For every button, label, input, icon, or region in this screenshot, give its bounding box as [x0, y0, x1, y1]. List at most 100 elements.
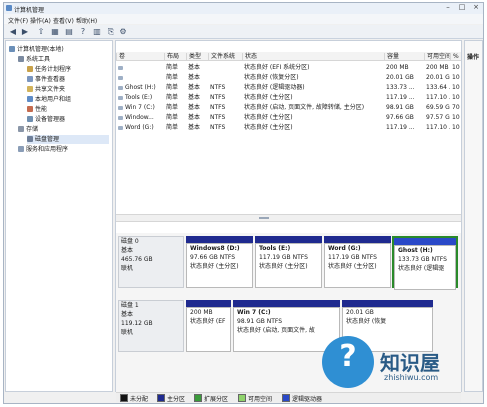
splitter-grip[interactable] [259, 217, 269, 219]
tree-node-icon [18, 56, 24, 62]
disk-label[interactable]: 磁盘 1 基本 119.12 GB 联机 [118, 300, 184, 352]
partition-body: Windows8 (D:) 97.66 GB NTFS 状态良好 (主分区) [186, 243, 253, 288]
tree-item[interactable]: 计算机管理(本地) [9, 45, 109, 54]
table-cell: 117.10 ... [426, 94, 450, 101]
properties-icon[interactable]: ▤ [64, 27, 74, 37]
tree-node-icon [27, 96, 33, 102]
show-tree-icon[interactable]: ▦ [50, 27, 60, 37]
partition-status: 状态良好 (逻辑驱 [398, 265, 445, 272]
tree-item[interactable]: 设备管理器 [27, 115, 109, 124]
computer-management-icon [6, 5, 12, 11]
tree-node-icon [27, 66, 33, 72]
tree-item[interactable]: 任务计划程序 [27, 65, 109, 74]
disk-status: 联机 [121, 329, 134, 336]
maximize-button[interactable]: □ [455, 3, 469, 12]
partition-block[interactable]: Win 7 (C:) 98.91 GB NTFS 状态良好 (启动, 页面文件, 故 [233, 300, 340, 352]
table-cell: 简单 [166, 94, 179, 101]
table-cell: 10 [452, 64, 460, 71]
partition-block[interactable]: Word (G:) 117.19 GB NTFS 状态良好 (主分区) [324, 236, 391, 288]
table-cell: 基本 [188, 114, 201, 121]
partition-title: Word (G:) [328, 245, 361, 252]
up-folder-icon[interactable]: ⇧ [36, 27, 46, 37]
tree-item[interactable]: 本地用户和组 [27, 95, 109, 104]
volume-name: Ghost (H:) [125, 84, 156, 91]
tree-item[interactable]: 存储 [18, 125, 109, 134]
table-cell: 基本 [188, 104, 201, 111]
table-cell: Win 7 (C:) [116, 103, 164, 112]
column-type[interactable]: 类型 [186, 53, 208, 61]
table-cell: 10 [452, 94, 460, 101]
volume-icon [118, 96, 123, 100]
table-cell: 10 [452, 114, 460, 121]
actions-pane [464, 40, 483, 392]
menu-file[interactable]: 文件(F) [8, 16, 28, 25]
tree-item[interactable]: 共享文件夹 [27, 85, 109, 94]
tree-item-label: 系统工具 [26, 56, 51, 63]
tree-item[interactable]: 服务和应用程序 [18, 145, 109, 154]
pane-splitter[interactable] [116, 214, 461, 222]
column-capacity[interactable]: 容量 [384, 53, 424, 61]
tree-item[interactable]: 事件查看器 [27, 75, 109, 84]
settings-icon[interactable]: ⚙ [118, 27, 128, 37]
minimize-button[interactable]: – [441, 3, 455, 12]
legend-label: 扩展分区 [204, 396, 229, 403]
watermark-text: 知识屋 [380, 351, 440, 375]
back-icon[interactable]: ◀ [8, 27, 18, 37]
column-layout[interactable]: 布局 [164, 53, 186, 61]
partition-block[interactable]: 200 MB 状态良好 (EF [186, 300, 231, 352]
column-free-space[interactable]: 可用空间 [424, 53, 451, 61]
partition-size: 200 MB [190, 309, 213, 316]
title-bar [4, 3, 483, 14]
table-cell: Window... [116, 113, 164, 122]
partition-size: 97.66 GB NTFS [190, 254, 236, 261]
disk-label[interactable]: 磁盘 0 基本 465.76 GB 联机 [118, 236, 184, 288]
table-cell [116, 73, 164, 82]
column-percent[interactable]: % [450, 53, 461, 61]
disk-size: 119.12 GB [121, 320, 153, 327]
table-cell: Tools (E:) [116, 93, 164, 102]
tree-item[interactable]: 磁盘管理 [27, 135, 109, 144]
partition-block[interactable]: Windows8 (D:) 97.66 GB NTFS 状态良好 (主分区) [186, 236, 253, 288]
table-cell: 状态良好 (主分区) [244, 114, 293, 121]
legend-label: 可用空间 [248, 396, 273, 403]
menu-help[interactable]: 帮助(H) [76, 16, 97, 25]
tree-item[interactable]: 系统工具 [18, 55, 109, 64]
close-button[interactable]: × [469, 3, 483, 12]
menu-view[interactable]: 查看(V) [53, 16, 74, 25]
partition-block[interactable]: Tools (E:) 117.19 GB NTFS 状态良好 (主分区) [255, 236, 322, 288]
table-cell: NTFS [210, 114, 226, 121]
column-status[interactable]: 状态 [242, 53, 384, 61]
table-cell: NTFS [210, 104, 226, 111]
partition-block[interactable]: Ghost (H:) 133.73 GB NTFS 状态良好 (逻辑驱 [392, 236, 458, 290]
list-view-icon[interactable]: ▥ [92, 27, 102, 37]
column-filesystem[interactable]: 文件系统 [208, 53, 242, 61]
tree-item-label: 设备管理器 [35, 116, 66, 123]
volume-icon [118, 76, 123, 80]
table-cell: 200 MB [386, 64, 409, 71]
legend-swatch [157, 394, 165, 402]
disk-size: 465.76 GB [121, 256, 153, 263]
volume-icon [118, 106, 123, 110]
table-cell: 基本 [188, 124, 201, 131]
help-icon[interactable]: ? [78, 27, 88, 37]
table-cell: 状态良好 (启动, 页面文件, 故障转储, 主分区) [244, 104, 365, 111]
table-cell: 状态良好 (EFI 系统分区) [244, 64, 310, 71]
tree-node-icon [27, 86, 33, 92]
partition-type-bar [233, 300, 340, 307]
tree-node-icon [27, 136, 33, 142]
export-icon[interactable]: ⎘ [106, 27, 116, 37]
tree-item-label: 性能 [35, 106, 48, 113]
table-cell: 70 [452, 104, 460, 111]
tree-item[interactable]: 性能 [27, 105, 109, 114]
watermark-question-icon: ? [339, 339, 357, 374]
volume-name: Window... [125, 114, 154, 121]
table-cell: NTFS [210, 124, 226, 131]
volume-icon [118, 66, 123, 70]
forward-icon[interactable]: ▶ [20, 27, 30, 37]
tree-node-icon [27, 106, 33, 112]
table-cell [208, 63, 242, 72]
volume-name: Tools (E:) [125, 94, 153, 101]
legend-item: 逻辑驱动器 [282, 394, 322, 403]
menu-action[interactable]: 操作(A) [30, 16, 51, 25]
column-volume[interactable]: 卷 [116, 53, 164, 61]
